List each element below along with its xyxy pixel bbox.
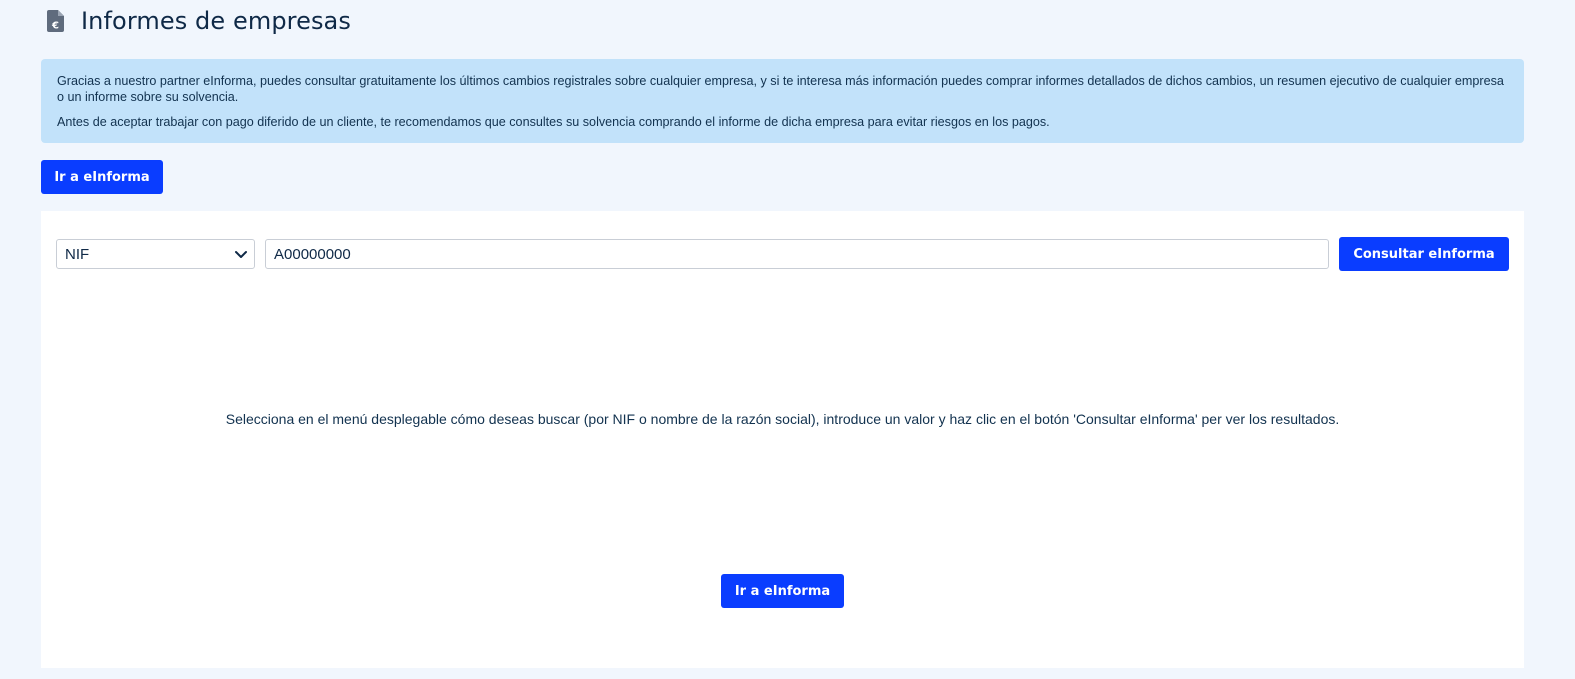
search-type-value: NIF (65, 245, 90, 263)
info-alert: Gracias a nuestro partner eInforma, pued… (41, 59, 1524, 143)
svg-text:€: € (51, 21, 59, 32)
page-header: € Informes de empresas (46, 6, 351, 36)
empty-results-message: Selecciona en el menú desplegable cómo d… (225, 411, 1340, 427)
page-title: Informes de empresas (81, 7, 351, 35)
chevron-down-icon (234, 247, 248, 261)
go-einforma-bottom-button[interactable]: Ir a eInforma (721, 574, 844, 608)
euro-document-icon: € (46, 9, 66, 33)
info-paragraph-recommendation: Antes de aceptar trabajar con pago difer… (57, 115, 1050, 129)
search-panel: NIF Consultar eInforma Selecciona en el … (41, 211, 1524, 668)
info-paragraph-partner: Gracias a nuestro partner eInforma, pued… (57, 74, 1504, 104)
consult-einforma-button[interactable]: Consultar eInforma (1339, 237, 1509, 271)
go-einforma-button[interactable]: Ir a eInforma (41, 160, 163, 194)
search-input[interactable] (265, 239, 1329, 269)
search-type-select[interactable]: NIF (56, 239, 255, 269)
